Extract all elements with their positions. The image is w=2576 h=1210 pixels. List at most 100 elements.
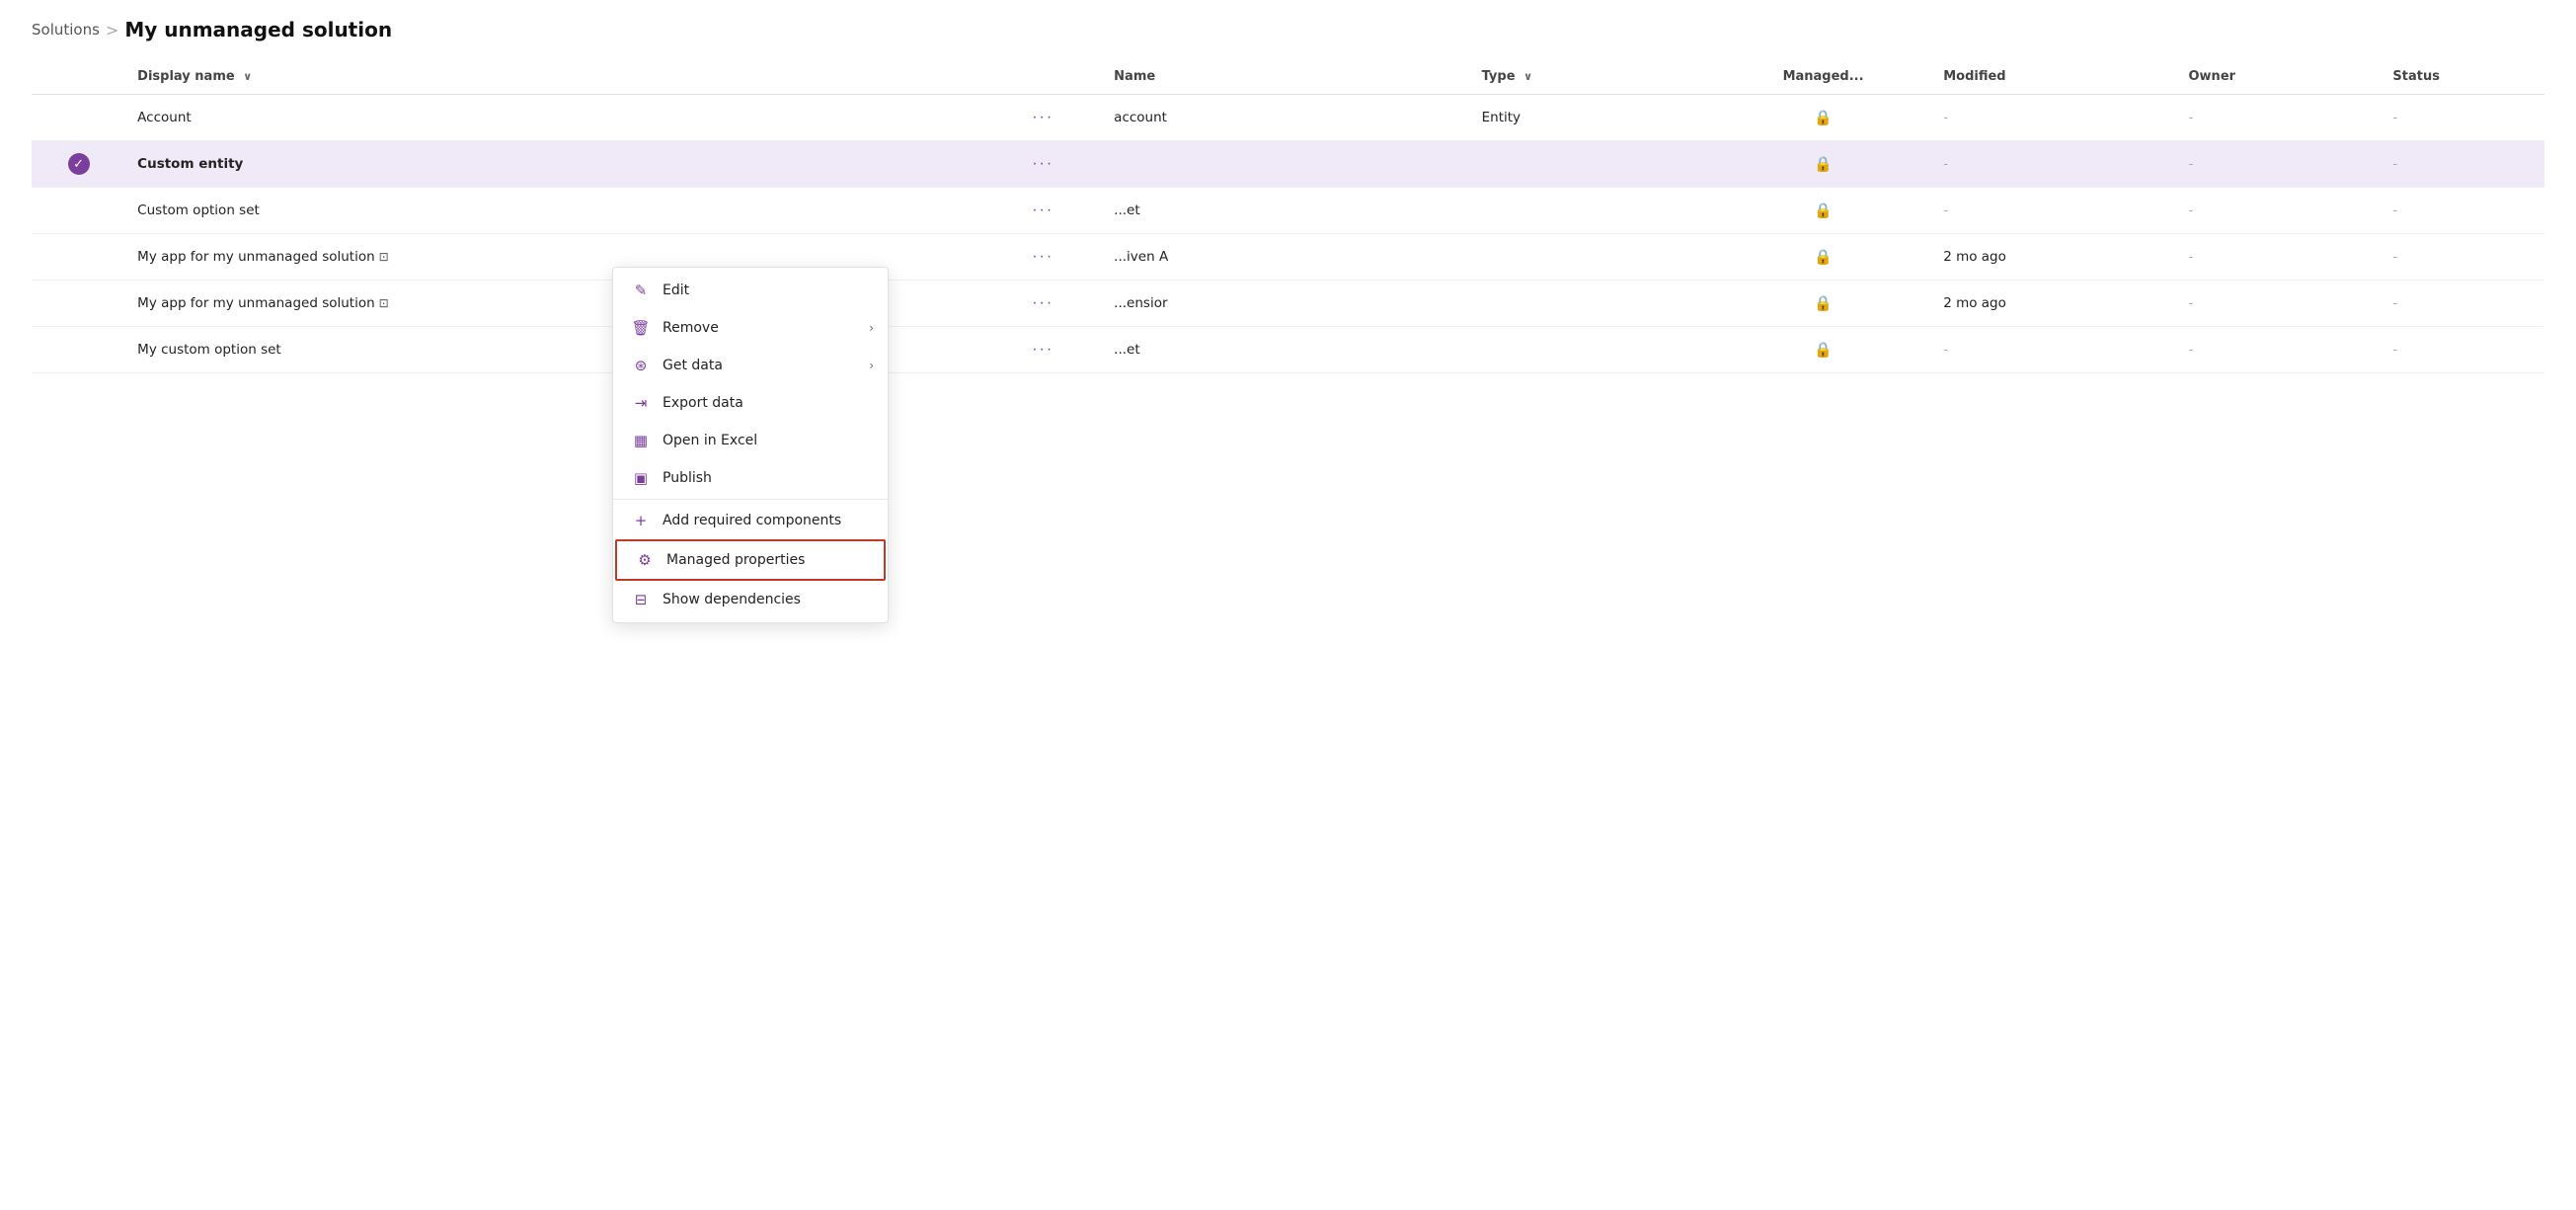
row-check-cell[interactable] — [32, 234, 125, 281]
row-type — [1470, 234, 1715, 281]
row-managed: 🔒 — [1715, 141, 1931, 188]
lock-icon: 🔒 — [1814, 155, 1833, 173]
row-modified: - — [1931, 327, 2176, 373]
lock-icon: 🔒 — [1814, 294, 1833, 312]
row-type — [1470, 327, 1715, 373]
row-check-cell[interactable] — [32, 95, 125, 141]
row-status: - — [2381, 95, 2544, 141]
row-more-options[interactable]: ··· — [983, 95, 1102, 141]
row-managed: 🔒 — [1715, 234, 1931, 281]
row-managed: 🔒 — [1715, 188, 1931, 234]
row-more-options[interactable]: ··· — [983, 234, 1102, 281]
more-options-button[interactable]: ··· — [1026, 292, 1059, 314]
row-name: ...ensior — [1102, 281, 1469, 327]
menu-item-label-export-data: Export data — [663, 395, 743, 411]
more-options-button[interactable]: ··· — [1026, 339, 1059, 361]
menu-item-edit[interactable]: ✎ Edit — [613, 272, 888, 309]
menu-item-managed-properties[interactable]: ⚙ Managed properties — [615, 539, 886, 581]
row-modified: - — [1931, 141, 2176, 188]
menu-item-publish[interactable]: ▣Publish — [613, 459, 888, 497]
table-row[interactable]: My app for my unmanaged solution⊡···...i… — [32, 234, 2544, 281]
breadcrumb-current: My unmanaged solution — [124, 18, 392, 41]
plus-icon: + — [631, 512, 651, 529]
row-type: Entity — [1470, 95, 1715, 141]
row-check-cell[interactable] — [32, 188, 125, 234]
lock-icon: 🔒 — [1814, 341, 1833, 359]
table-row[interactable]: My custom option set···...et🔒--- — [32, 327, 2544, 373]
col-dots-header — [983, 59, 1102, 95]
more-options-button[interactable]: ··· — [1026, 200, 1059, 221]
row-check-cell[interactable] — [32, 327, 125, 373]
row-check-cell[interactable]: ✓ — [32, 141, 125, 188]
database-icon: ⊛ — [631, 357, 651, 374]
row-name: ...et — [1102, 188, 1469, 234]
lock-icon: 🔒 — [1814, 248, 1833, 266]
row-display-name: Account — [125, 95, 983, 141]
menu-item-label-edit: Edit — [663, 282, 689, 298]
table-header-row: Display name ∨ Name Type ∨ Managed... Mo… — [32, 59, 2544, 95]
col-owner-header: Owner — [2177, 59, 2381, 95]
display-sort-icon: ∨ — [243, 70, 252, 83]
type-sort-icon: ∨ — [1523, 70, 1532, 83]
menu-divider — [613, 499, 888, 500]
row-name: ...et — [1102, 327, 1469, 373]
row-type — [1470, 188, 1715, 234]
submenu-chevron-icon: › — [869, 359, 874, 372]
col-managed-header: Managed... — [1715, 59, 1931, 95]
row-display-name: Custom entity — [125, 141, 983, 188]
breadcrumb-separator: > — [106, 21, 118, 40]
table-row[interactable]: Account···accountEntity🔒--- — [32, 95, 2544, 141]
menu-item-label-get-data: Get data — [663, 358, 723, 373]
menu-item-label-publish: Publish — [663, 470, 712, 486]
col-display-header[interactable]: Display name ∨ — [125, 59, 983, 95]
menu-item-export-data[interactable]: ⇥ Export data — [613, 384, 888, 422]
menu-item-label-remove: Remove — [663, 320, 719, 336]
row-owner: - — [2177, 188, 2381, 234]
arrow-right-icon: ⇥ — [631, 394, 651, 412]
table-row[interactable]: Custom option set···...et🔒--- — [32, 188, 2544, 234]
menu-item-remove[interactable]: 🗑 Remove › — [613, 309, 888, 347]
excel-icon: ▦ — [631, 432, 651, 449]
menu-item-show-dependencies[interactable]: ⊟Show dependencies — [613, 581, 888, 618]
row-status: - — [2381, 327, 2544, 373]
row-name — [1102, 141, 1469, 188]
row-managed: 🔒 — [1715, 281, 1931, 327]
row-owner: - — [2177, 327, 2381, 373]
row-owner: - — [2177, 141, 2381, 188]
row-modified: - — [1931, 95, 2176, 141]
gear-icon: ⚙ — [635, 551, 655, 569]
context-menu: ✎ Edit 🗑 Remove › ⊛ Get data › ⇥ Export data ▦Open… — [612, 267, 889, 623]
table-container: Display name ∨ Name Type ∨ Managed... Mo… — [0, 49, 2576, 373]
more-options-button[interactable]: ··· — [1026, 153, 1059, 175]
hierarchy-icon: ⊟ — [631, 591, 651, 608]
menu-item-open-excel[interactable]: ▦Open in Excel — [613, 422, 888, 459]
selected-check-icon: ✓ — [68, 153, 90, 175]
row-owner: - — [2177, 95, 2381, 141]
more-options-button[interactable]: ··· — [1026, 246, 1059, 268]
row-more-options[interactable]: ··· — [983, 141, 1102, 188]
table-row[interactable]: ✓Custom entity···🔒--- — [32, 141, 2544, 188]
submenu-chevron-icon: › — [869, 321, 874, 335]
menu-item-label-managed-properties: Managed properties — [666, 552, 805, 568]
external-link-icon: ⊡ — [379, 296, 389, 310]
menu-item-label-add-required: Add required components — [663, 513, 841, 528]
row-more-options[interactable]: ··· — [983, 281, 1102, 327]
trash-icon: 🗑 — [631, 319, 651, 337]
row-more-options[interactable]: ··· — [983, 188, 1102, 234]
menu-item-add-required[interactable]: + Add required components — [613, 502, 888, 539]
external-link-icon: ⊡ — [379, 250, 389, 264]
lock-icon: 🔒 — [1814, 109, 1833, 126]
menu-item-get-data[interactable]: ⊛ Get data › — [613, 347, 888, 384]
col-modified-header: Modified — [1931, 59, 2176, 95]
col-type-header[interactable]: Type ∨ — [1470, 59, 1715, 95]
row-name: account — [1102, 95, 1469, 141]
breadcrumb-parent[interactable]: Solutions — [32, 21, 100, 39]
row-check-cell[interactable] — [32, 281, 125, 327]
pencil-icon: ✎ — [631, 282, 651, 299]
table-row[interactable]: My app for my unmanaged solution⊡···...e… — [32, 281, 2544, 327]
col-name-header: Name — [1102, 59, 1469, 95]
more-options-button[interactable]: ··· — [1026, 107, 1059, 128]
table-body: Account···accountEntity🔒---✓Custom entit… — [32, 95, 2544, 373]
solutions-table: Display name ∨ Name Type ∨ Managed... Mo… — [32, 59, 2544, 373]
row-more-options[interactable]: ··· — [983, 327, 1102, 373]
